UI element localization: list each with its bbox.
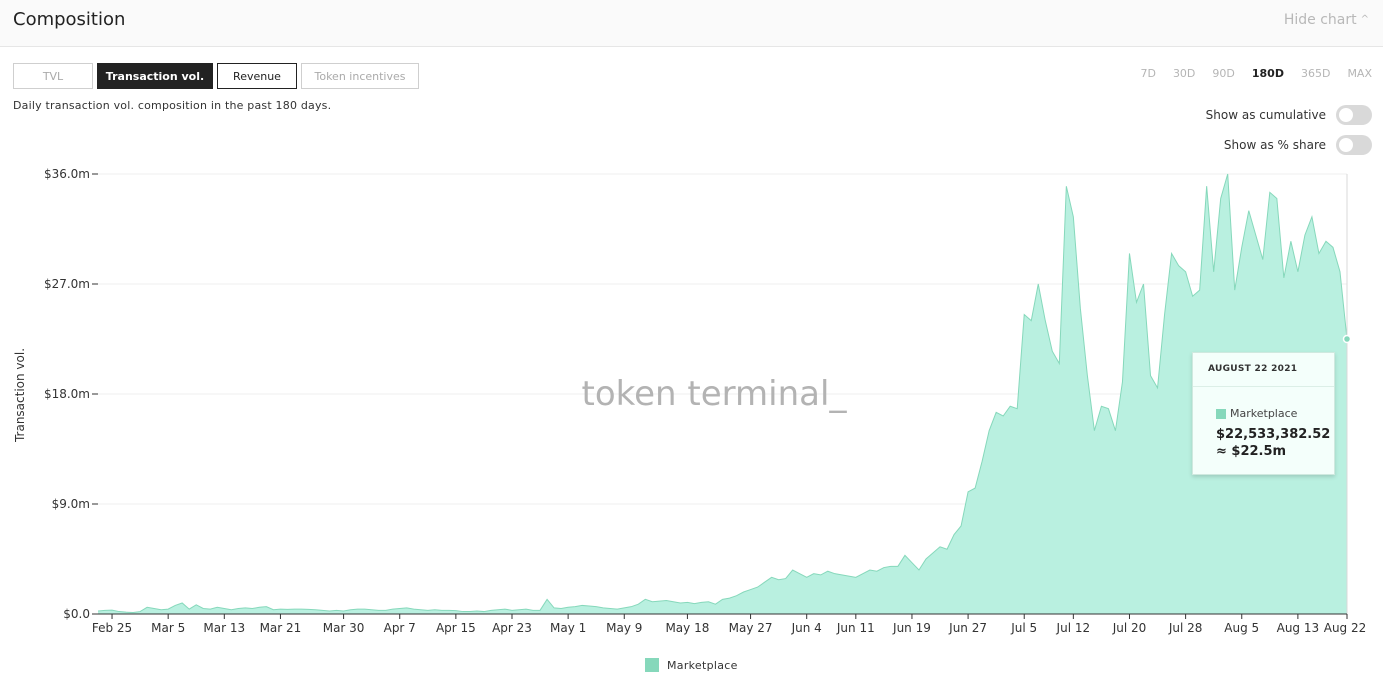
y-tick-label: $27.0m (44, 277, 90, 291)
x-tick-label: Jul 5 (1010, 621, 1037, 635)
x-tick-label: Apr 23 (492, 621, 532, 635)
tooltip-approx-value: ≈ $22.5m (1216, 444, 1287, 459)
x-tick-label: Feb 25 (92, 621, 132, 635)
x-tick-label: Mar 13 (203, 621, 245, 635)
tooltip-series-swatch (1216, 409, 1226, 419)
x-tick-label: Jun 19 (892, 621, 931, 635)
tooltip-value: $22,533,382.52 (1216, 427, 1331, 442)
x-tick-label: Mar 5 (151, 621, 185, 635)
x-tick-label: Apr 15 (436, 621, 476, 635)
x-tick-label: Aug 22 (1324, 621, 1367, 635)
x-tick-label: Jul 12 (1056, 621, 1091, 635)
transaction-volume-chart[interactable]: token terminal_ $0.0 $9.0m $18.0m $27.0m $36… (0, 0, 1383, 683)
x-tick-label: Jul 28 (1168, 621, 1203, 635)
chart-tooltip: AUGUST 22 2021 Marketplace $22,533,382.5… (1192, 352, 1335, 475)
x-tick-label: Aug 13 (1277, 621, 1320, 635)
x-tick-label: Jun 4 (791, 621, 822, 635)
x-tick-label: Jun 11 (836, 621, 875, 635)
x-tick-label: Mar 21 (260, 621, 302, 635)
legend-label-marketplace: Marketplace (667, 658, 738, 672)
y-axis-label: Transaction vol. (13, 348, 27, 443)
y-tick-label: $0.0 (63, 607, 90, 621)
legend-swatch-marketplace (645, 658, 659, 672)
x-tick-label: May 18 (665, 621, 709, 635)
x-tick-label: May 27 (729, 621, 773, 635)
hover-point (1342, 334, 1352, 344)
x-tick-label: May 1 (550, 621, 586, 635)
tooltip-divider (1193, 386, 1334, 387)
tooltip-date: AUGUST 22 2021 (1208, 364, 1298, 374)
y-tick-label: $36.0m (44, 167, 90, 181)
y-tick-label: $9.0m (52, 497, 90, 511)
x-tick-label: May 9 (606, 621, 642, 635)
x-tick-label: Apr 7 (384, 621, 416, 635)
y-tick-label: $18.0m (44, 387, 90, 401)
chart-legend[interactable]: Marketplace (645, 658, 738, 672)
tooltip-series-name: Marketplace (1230, 407, 1298, 420)
x-tick-label: Jul 20 (1112, 621, 1147, 635)
watermark: token terminal_ (582, 374, 848, 414)
x-tick-label: Aug 5 (1224, 621, 1259, 635)
x-tick-label: Mar 30 (323, 621, 365, 635)
x-tick-label: Jun 27 (948, 621, 987, 635)
